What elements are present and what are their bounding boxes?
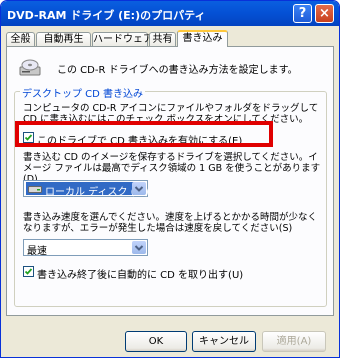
- tab-general[interactable]: 全般: [6, 32, 35, 46]
- ok-button[interactable]: OK: [125, 331, 187, 352]
- speed-value: 最速: [27, 246, 47, 257]
- tab-hardware[interactable]: ハードウェア: [92, 32, 153, 46]
- recording-panel: この CD-R ドライブへの書き込み方法を設定します。 デスクトップ CD 書き…: [6, 46, 334, 316]
- highlight-frame: [15, 121, 273, 147]
- tab-sharing[interactable]: 共有: [149, 32, 176, 46]
- auto-eject-label[interactable]: 書き込み終了後に自動的に CD を取り出す(U): [37, 266, 243, 281]
- speed-description: 書き込み速度を選んでください。速度を上げるとかかる時間が少なくなりますが、エラー…: [23, 212, 318, 234]
- close-button[interactable]: ×: [315, 4, 334, 23]
- title-bar[interactable]: DVD-RAM ドライブ (E:)のプロパティ ? ×: [1, 1, 339, 26]
- window-title: DVD-RAM ドライブ (E:)のプロパティ: [7, 9, 206, 22]
- auto-eject-checkbox[interactable]: [23, 266, 34, 277]
- checkmark-icon: [24, 268, 33, 275]
- properties-window: DVD-RAM ドライブ (E:)のプロパティ ? × 全般 自動再生 ハードウ…: [0, 0, 340, 358]
- tab-recording[interactable]: 書き込み: [177, 30, 228, 47]
- cancel-button[interactable]: キャンセル: [192, 331, 256, 352]
- chevron-down-icon[interactable]: [132, 241, 146, 254]
- group-title: デスクトップ CD 書き込み: [20, 85, 146, 100]
- tab-autoplay[interactable]: 自動再生: [36, 32, 91, 46]
- speed-select[interactable]: 最速: [23, 239, 148, 257]
- cd-drive-icon: [19, 59, 41, 76]
- help-button[interactable]: ?: [293, 4, 312, 23]
- apply-button[interactable]: 適用(A): [262, 331, 326, 352]
- image-drive-select[interactable]: ローカル ディスク (C:): [23, 180, 149, 198]
- intro-text: この CD-R ドライブへの書き込み方法を設定します。: [57, 65, 298, 76]
- hard-disk-icon: [28, 186, 42, 193]
- chevron-down-icon[interactable]: [132, 182, 146, 195]
